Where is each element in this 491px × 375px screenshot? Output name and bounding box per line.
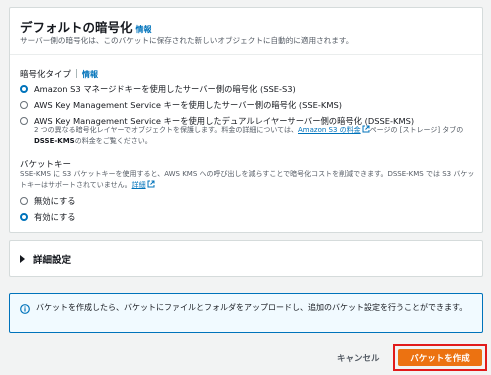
- dsse-help-suffix: の料金をご覧ください。: [74, 137, 152, 145]
- encryption-type-info-link[interactable]: 情報: [82, 70, 98, 79]
- radio-unselected-icon[interactable]: [20, 197, 28, 205]
- dsse-help-bold: DSSE-KMS: [34, 137, 75, 145]
- radio-selected-icon[interactable]: [20, 85, 28, 93]
- radio-sse-s3-label: Amazon S3 マネージドキーを使用したサーバー側の暗号化 (SSE-S3): [34, 84, 296, 94]
- s3-pricing-link[interactable]: Amazon S3 の料金: [298, 126, 361, 134]
- default-encryption-heading: デフォルトの暗号化: [20, 20, 133, 35]
- advanced-settings-toggle[interactable]: 詳細設定: [20, 252, 71, 266]
- radio-bucket-key-disable[interactable]: 無効にする: [20, 195, 76, 207]
- radio-sse-kms-label: AWS Key Management Service キーを使用したサーバー側の…: [34, 100, 343, 110]
- default-encryption-panel: デフォルトの暗号化 情報 サーバー側の暗号化は、このバケットに保存された新しいオブ…: [9, 7, 483, 233]
- radio-unselected-icon[interactable]: [20, 101, 28, 109]
- info-icon: [20, 304, 30, 314]
- default-encryption-info-link[interactable]: 情報: [136, 25, 152, 34]
- default-encryption-title: デフォルトの暗号化 情報: [20, 17, 152, 36]
- cancel-button[interactable]: キャンセル: [337, 352, 380, 364]
- advanced-settings-panel: 詳細設定: [9, 240, 483, 277]
- bucket-key-help: SSE-KMS に S3 バケットキーを使用すると、AWS KMS への呼び出し…: [20, 170, 475, 189]
- encryption-type-label: 暗号化タイプ 情報: [20, 68, 98, 80]
- radio-bucket-key-enable[interactable]: 有効にする: [20, 211, 76, 223]
- create-bucket-highlight: バケットを作成: [393, 344, 487, 371]
- radio-bucket-key-disable-label: 無効にする: [34, 196, 76, 206]
- create-bucket-button[interactable]: バケットを作成: [398, 349, 482, 366]
- advanced-settings-title: 詳細設定: [33, 255, 72, 266]
- default-encryption-description: サーバー側の暗号化は、このバケットに保存された新しいオブジェクトに自動的に適用さ…: [20, 36, 354, 45]
- radio-unselected-icon[interactable]: [20, 117, 28, 125]
- info-notice: バケットを作成したら、バケットにファイルとフォルダをアップロードし、追加のバケッ…: [9, 293, 483, 333]
- caret-right-icon: [20, 255, 25, 263]
- radio-sse-s3[interactable]: Amazon S3 マネージドキーを使用したサーバー側の暗号化 (SSE-S3): [20, 83, 296, 95]
- divider: [10, 54, 482, 55]
- encryption-type-text: 暗号化タイプ: [20, 70, 72, 80]
- bucket-key-help-text: SSE-KMS に S3 バケットキーを使用すると、AWS KMS への呼び出し…: [20, 169, 476, 191]
- radio-selected-icon[interactable]: [20, 213, 28, 221]
- dsse-help-mid: ページの [ストレージ] タブの: [369, 126, 464, 134]
- radio-sse-kms[interactable]: AWS Key Management Service キーを使用したサーバー側の…: [20, 99, 342, 111]
- dsse-kms-help-text: 2 つの異なる暗号化レイヤーでオブジェクトを保護します。料金の詳細については、A…: [34, 125, 482, 147]
- dsse-help-prefix: 2 つの異なる暗号化レイヤーでオブジェクトを保護します。料金の詳細については、: [34, 126, 298, 134]
- external-link-icon: [147, 180, 155, 188]
- info-notice-text: バケットを作成したら、バケットにファイルとフォルダをアップロードし、追加のバケッ…: [36, 303, 468, 312]
- divider: [76, 69, 78, 78]
- external-link-icon: [362, 125, 370, 133]
- radio-bucket-key-enable-label: 有効にする: [34, 212, 76, 222]
- bucket-key-learn-more-link[interactable]: 詳細: [132, 181, 146, 189]
